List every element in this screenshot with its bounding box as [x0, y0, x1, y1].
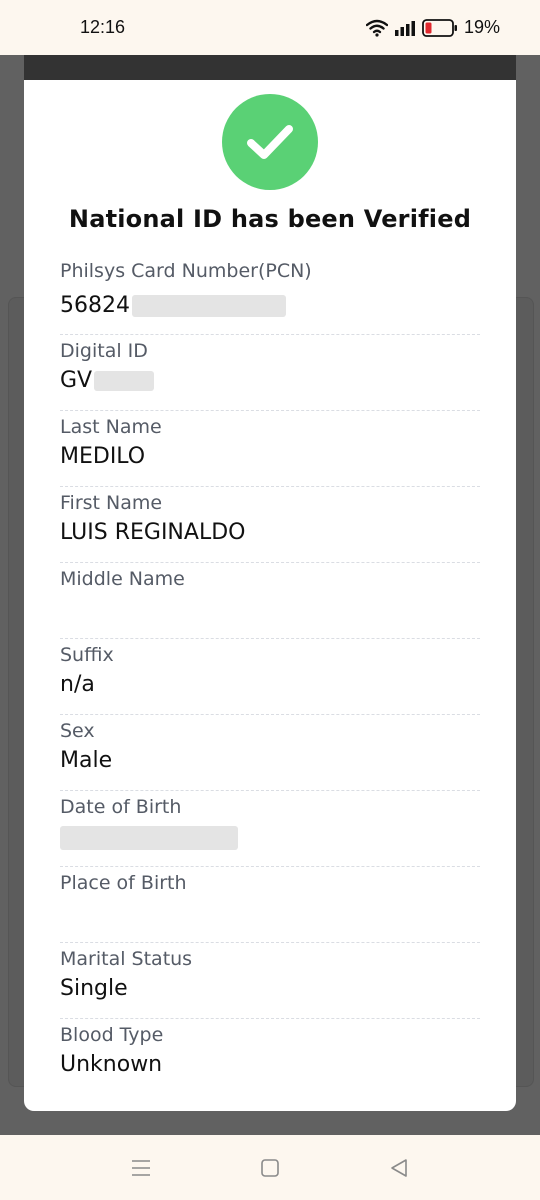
field-value: MEDILO [60, 444, 146, 469]
field-suffix: Suffix n/a [60, 639, 480, 715]
field-value: LUIS REGINALDO [60, 520, 246, 545]
field-value: Unknown [60, 1052, 163, 1077]
field-label: First Name [60, 492, 163, 514]
field-marital-status: Marital Status Single [60, 943, 480, 1019]
modal-top-bar [24, 55, 516, 80]
field-last-name: Last Name MEDILO [60, 411, 480, 487]
field-label: Middle Name [60, 568, 185, 590]
digital-id-value: GV [60, 368, 93, 393]
field-date-of-birth: Date of Birth [60, 791, 480, 867]
field-place-of-birth: Place of Birth [60, 867, 480, 943]
menu-lines-icon[interactable] [111, 1135, 171, 1200]
triangle-back-icon[interactable] [369, 1135, 429, 1200]
modal-title: National ID has been Verified [68, 205, 472, 233]
field-value: n/a [60, 672, 95, 697]
field-label: Last Name [60, 416, 162, 438]
field-value: 56824 [60, 293, 286, 318]
wifi-icon [365, 19, 388, 37]
field-sex: Sex Male [60, 715, 480, 791]
verification-modal: National ID has been Verified Philsys Ca… [24, 55, 516, 1111]
redacted-block [60, 826, 238, 850]
field-label: Digital ID [60, 340, 148, 362]
check-circle-icon [222, 94, 318, 190]
field-label: Suffix [60, 644, 114, 666]
signal-icon [394, 20, 416, 36]
status-time: 12:16 [80, 17, 126, 37]
id-details-list: Philsys Card Number(PCN) 56824 Digital I… [60, 255, 480, 1095]
field-middle-name: Middle Name [60, 563, 480, 639]
field-label: Sex [60, 720, 95, 742]
status-icons: 19% [365, 0, 500, 55]
field-value: GV [60, 368, 155, 393]
field-pcn: Philsys Card Number(PCN) 56824 [60, 255, 480, 335]
redacted-block [94, 371, 155, 391]
status-bar: 12:16 19% [0, 0, 540, 55]
battery-icon [422, 18, 458, 37]
field-value: Male [60, 748, 113, 773]
field-value: Single [60, 976, 128, 1001]
field-first-name: First Name LUIS REGINALDO [60, 487, 480, 563]
field-label: Philsys Card Number(PCN) [60, 260, 312, 282]
pcn-value: 56824 [60, 293, 130, 318]
field-label: Marital Status [60, 948, 193, 970]
field-value [60, 824, 238, 850]
battery-percent: 19% [463, 17, 500, 37]
redacted-block [132, 295, 286, 317]
field-label: Blood Type [60, 1024, 164, 1046]
navigation-bar [0, 1135, 540, 1200]
field-blood-type: Blood Type Unknown [60, 1019, 480, 1095]
square-home-icon[interactable] [240, 1135, 300, 1200]
field-label: Date of Birth [60, 796, 182, 818]
checkmark-icon [247, 125, 293, 159]
field-digital-id: Digital ID GV [60, 335, 480, 411]
field-label: Place of Birth [60, 872, 187, 894]
